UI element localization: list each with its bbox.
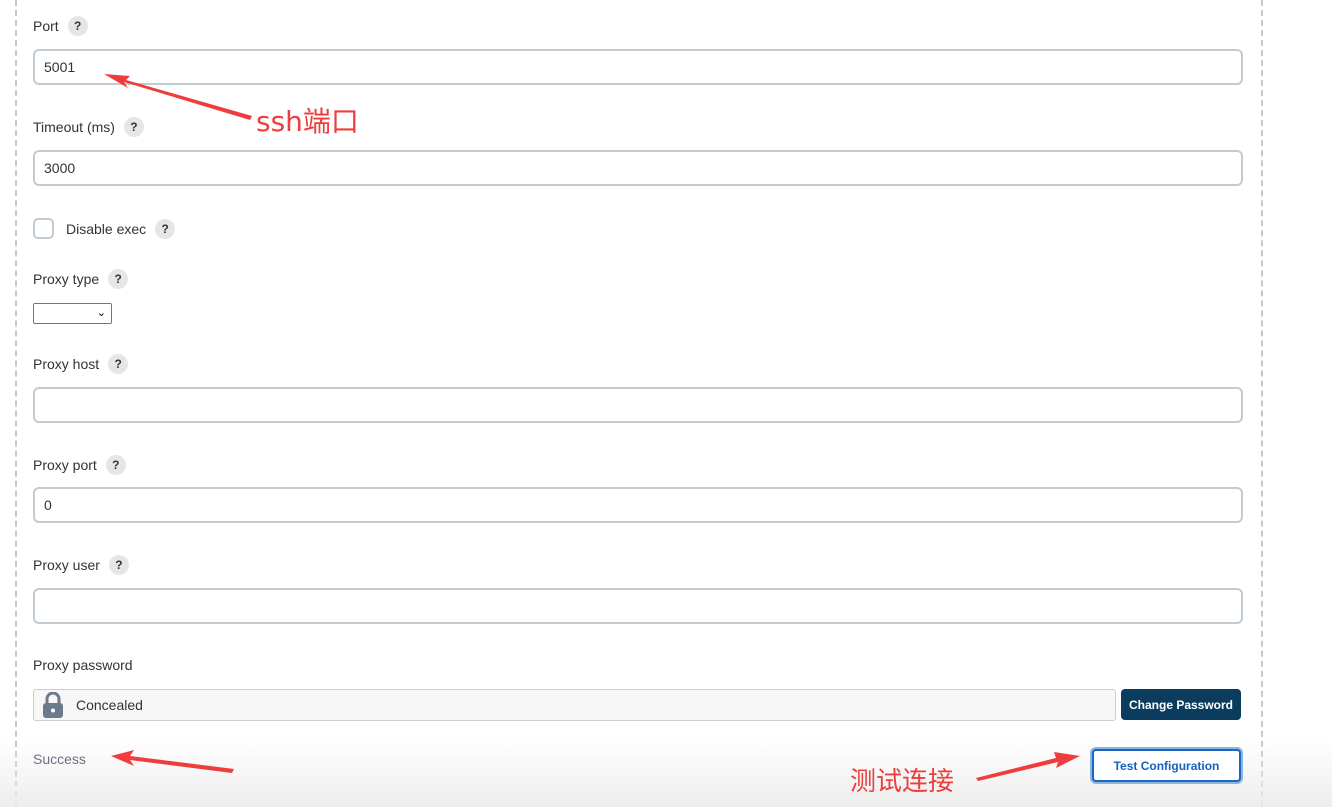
annotation-test-connection: 测试连接 [850,767,955,797]
port-input[interactable] [33,49,1243,85]
proxy-host-help-icon[interactable]: ? [108,354,129,374]
disable-exec-checkbox[interactable] [33,218,54,239]
port-label: Port ? [33,16,88,36]
proxy-password-concealed: Concealed [33,689,1116,721]
proxy-user-label: Proxy user ? [33,555,129,575]
change-password-button[interactable]: Change Password [1121,689,1241,720]
timeout-input[interactable] [33,150,1243,186]
proxy-type-label: Proxy type ? [33,269,129,289]
lock-icon [42,691,64,718]
test-configuration-button[interactable]: Test Configuration [1092,749,1241,782]
section-border-left [15,0,17,807]
arrow-to-success [111,750,234,773]
proxy-user-input[interactable] [33,588,1243,624]
test-status-text: Success [33,751,86,767]
proxy-password-label: Proxy password [33,657,133,673]
annotation-ssh-port: ssh端口 [256,105,359,138]
disable-exec-label: Disable exec ? [66,219,176,239]
arrow-to-test-button [976,752,1080,781]
proxy-type-select[interactable]: ⌄ [33,303,112,324]
port-help-icon[interactable]: ? [67,16,88,36]
proxy-host-label: Proxy host ? [33,354,129,374]
proxy-host-input[interactable] [33,387,1243,423]
timeout-label: Timeout (ms) ? [33,117,144,137]
timeout-help-icon[interactable]: ? [123,117,144,137]
proxy-type-help-icon[interactable]: ? [108,269,129,289]
disable-exec-help-icon[interactable]: ? [155,219,176,239]
proxy-port-label: Proxy port ? [33,455,126,475]
proxy-port-input[interactable] [33,487,1243,523]
chevron-down-icon: ⌄ [96,307,106,319]
section-border-right [1261,0,1263,807]
proxy-user-help-icon[interactable]: ? [108,555,129,575]
proxy-port-help-icon[interactable]: ? [105,455,126,475]
